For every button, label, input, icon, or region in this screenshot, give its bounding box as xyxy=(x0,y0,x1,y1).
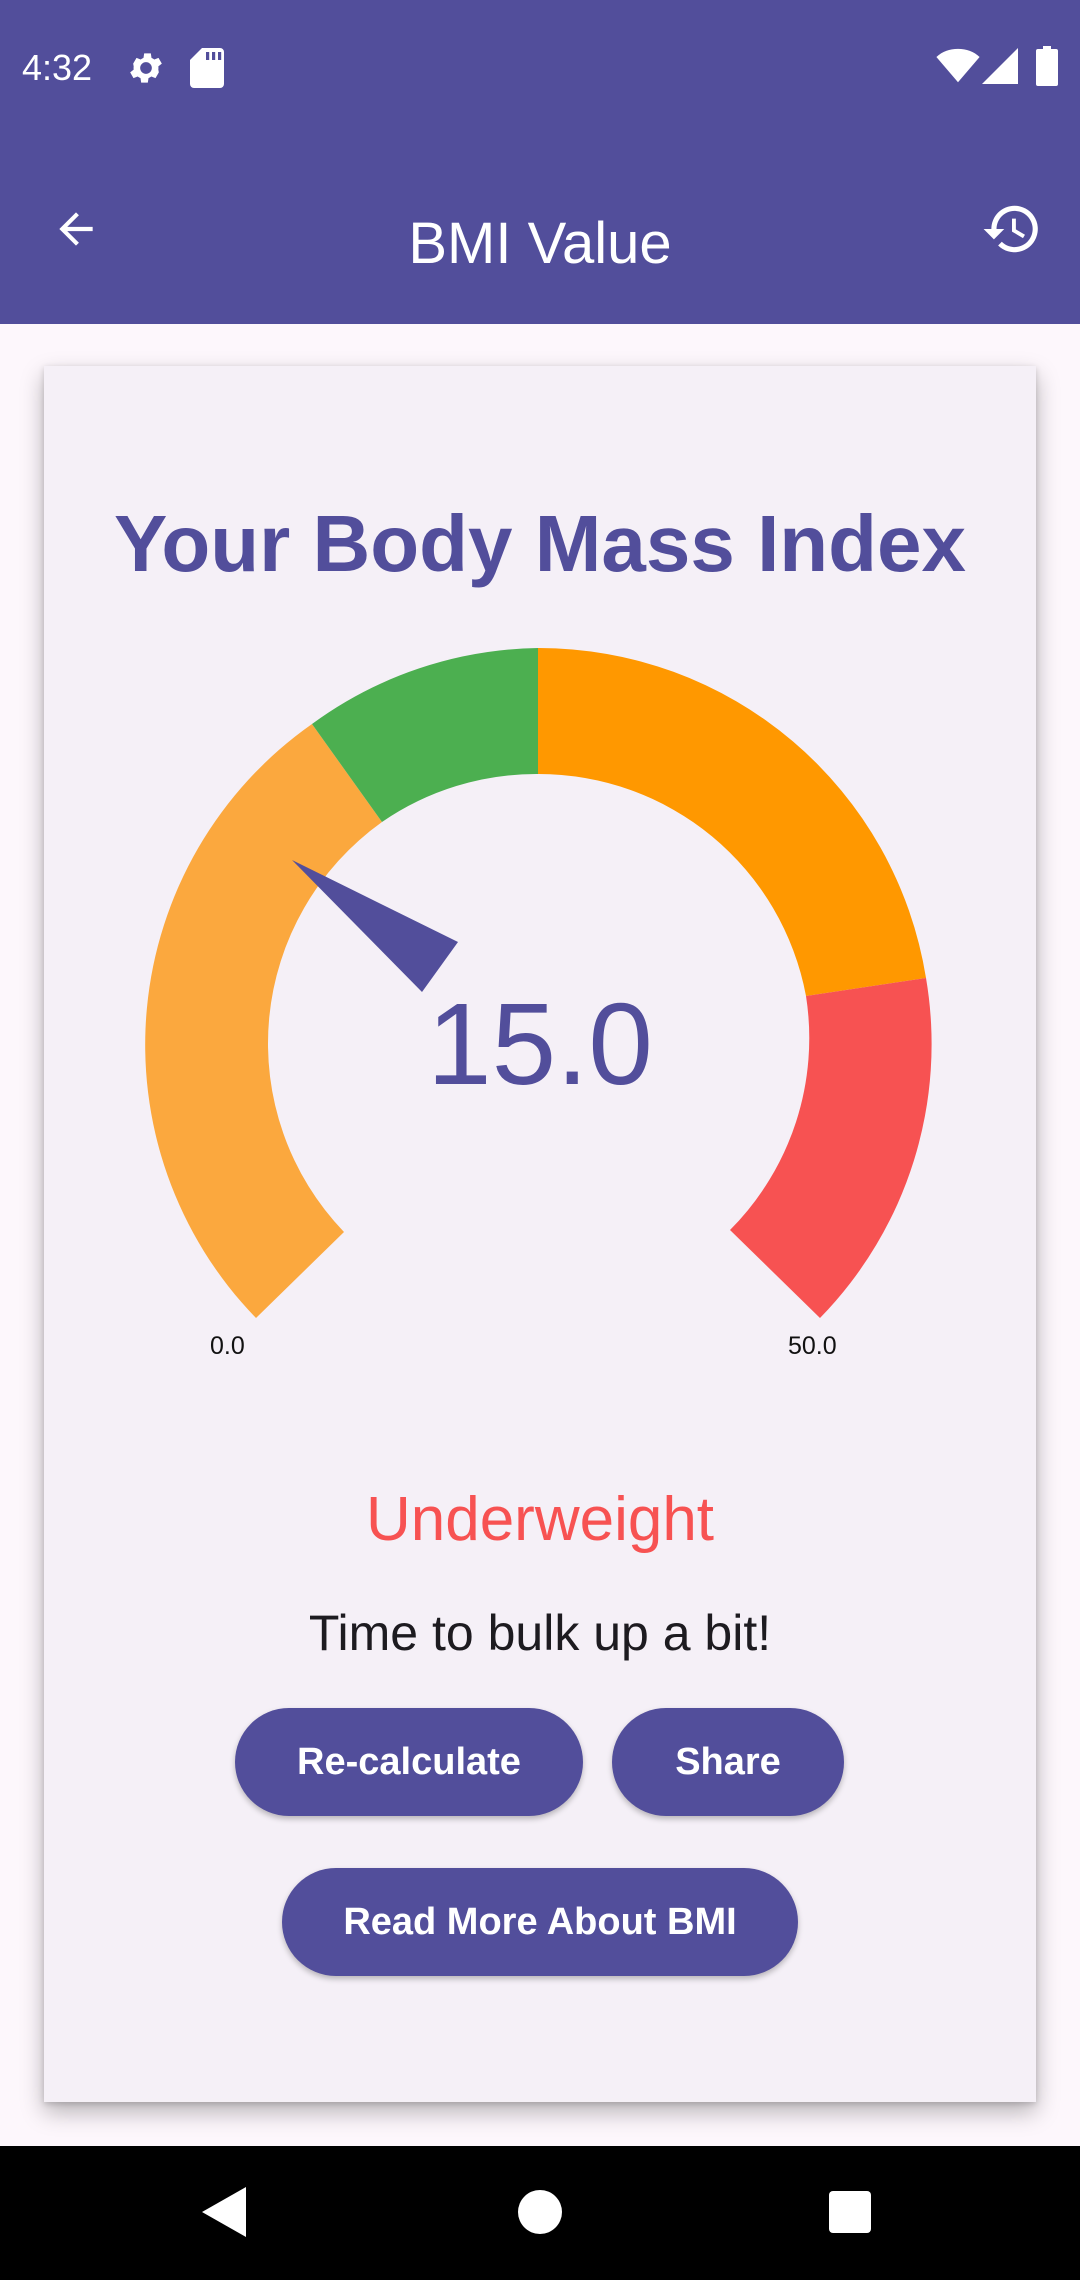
wifi-icon xyxy=(936,48,980,89)
history-icon xyxy=(981,198,1043,265)
system-nav-bar xyxy=(0,2146,1080,2280)
bmi-value: 15.0 xyxy=(427,979,653,1109)
nav-back-button[interactable] xyxy=(196,2186,252,2242)
back-triangle-icon xyxy=(202,2186,246,2242)
bmi-result-card: Your Body Mass Index 15.0 0.0 50.0 Under… xyxy=(44,366,1036,2102)
settings-icon xyxy=(126,48,166,93)
read-more-button[interactable]: Read More About BMI xyxy=(282,1868,798,1976)
signal-icon xyxy=(982,48,1018,89)
nav-home-button[interactable] xyxy=(512,2186,568,2242)
gauge-needle xyxy=(292,860,458,992)
bmi-category: Underweight xyxy=(365,1485,715,1554)
sd-card-icon xyxy=(190,48,224,93)
app-bar: BMI Value xyxy=(0,138,1080,324)
battery-icon xyxy=(1036,46,1058,91)
gauge-segment-overweight xyxy=(538,647,926,996)
page-title: BMI Value xyxy=(408,211,672,276)
gauge-min-label: 0.0 xyxy=(210,1332,245,1360)
recalculate-button[interactable]: Re-calculate xyxy=(235,1708,583,1816)
nav-recents-button[interactable] xyxy=(822,2186,878,2242)
home-circle-icon xyxy=(518,2189,562,2239)
status-bar: 4:32 xyxy=(0,0,1080,138)
share-button[interactable]: Share xyxy=(612,1708,844,1816)
bmi-gauge xyxy=(145,647,932,1318)
gauge-max-label: 50.0 xyxy=(788,1332,837,1360)
recents-square-icon xyxy=(829,2190,871,2238)
history-button[interactable] xyxy=(966,185,1058,277)
bmi-message: Time to bulk up a bit! xyxy=(308,1605,772,1661)
status-time: 4:32 xyxy=(22,47,93,88)
